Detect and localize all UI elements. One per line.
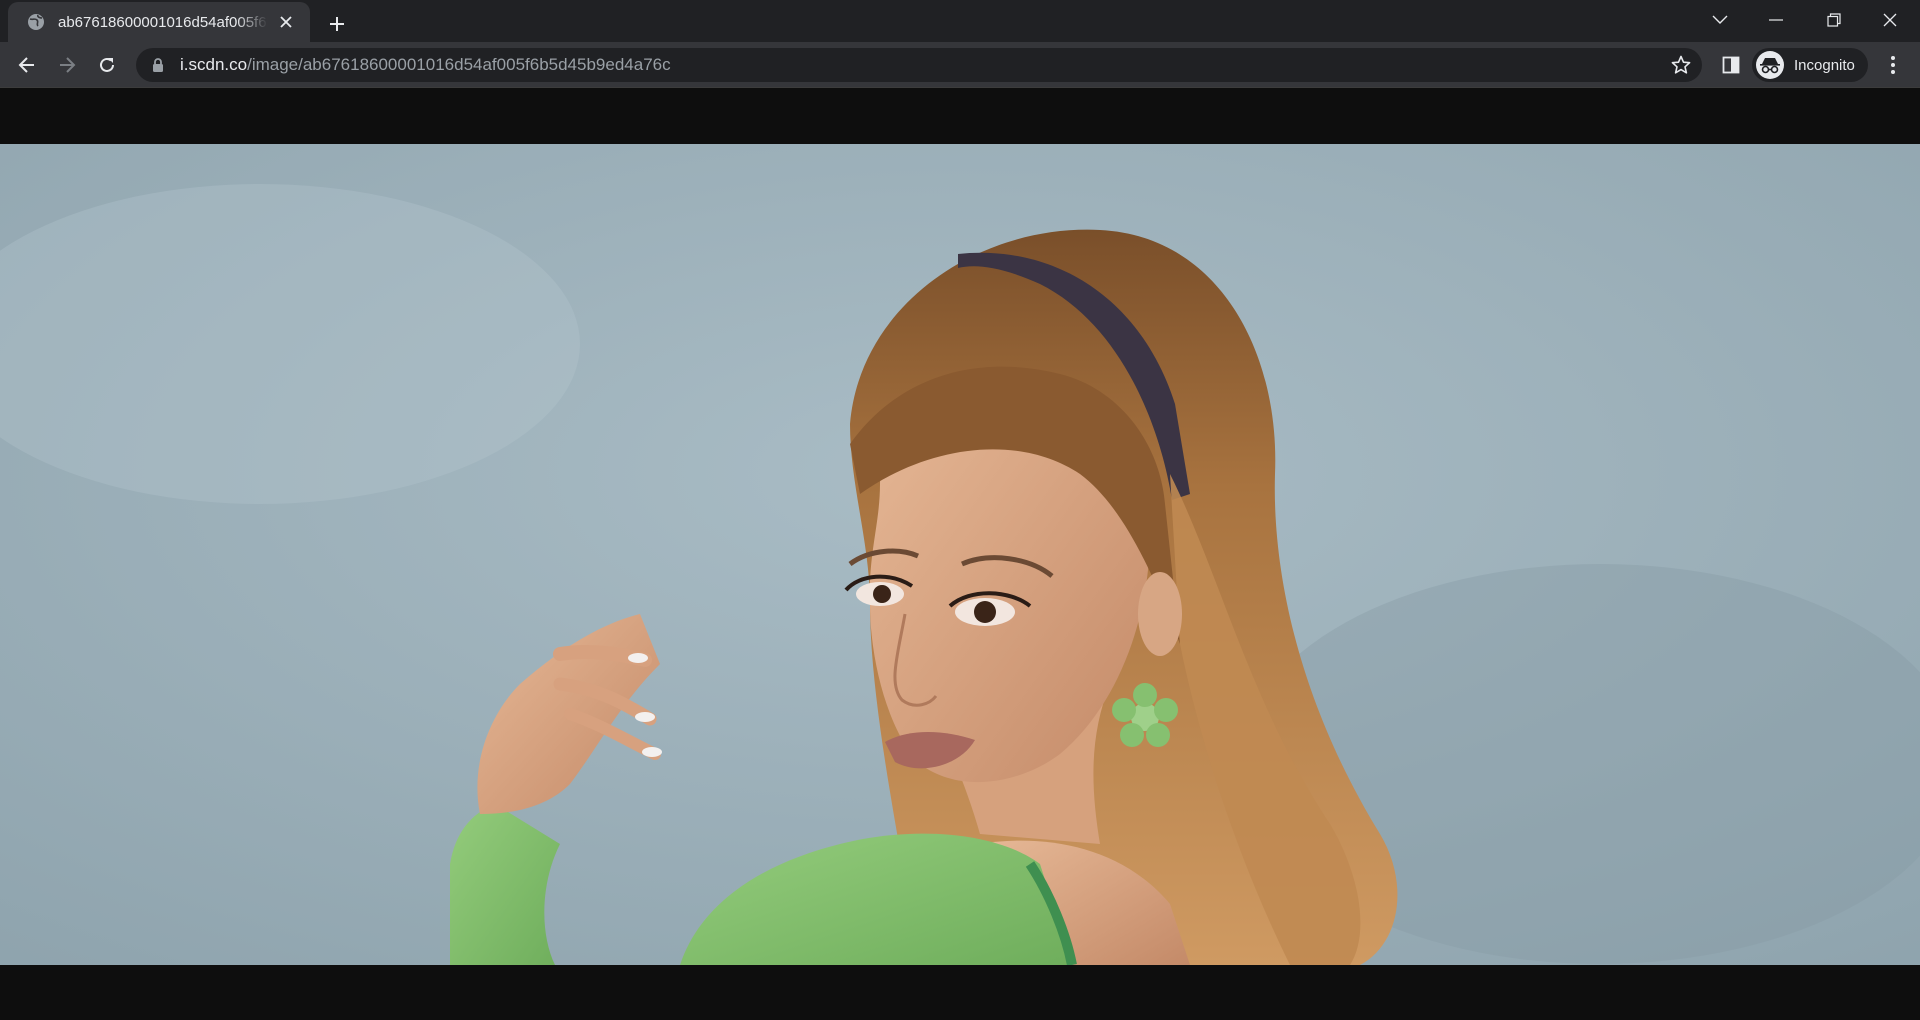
active-tab[interactable]: ab67618600001016d54af005f6b5d45b9ed4a76c [8, 2, 310, 42]
toolbar: i.scdn.co/image/ab67618600001016d54af005… [0, 42, 1920, 88]
incognito-profile-button[interactable]: Incognito [1752, 48, 1868, 82]
reload-icon [100, 57, 114, 72]
back-button[interactable] [11, 49, 43, 81]
incognito-icon [1756, 51, 1784, 79]
restore-button[interactable] [1806, 0, 1862, 40]
page-viewport [0, 89, 1920, 1020]
minimize-icon [1769, 19, 1783, 21]
incognito-label: Incognito [1794, 56, 1855, 74]
tab-strip: ab67618600001016d54af005f6b5d45b9ed4a76c [0, 0, 1920, 42]
url-host: i.scdn.co [180, 55, 248, 74]
lock-icon[interactable] [150, 57, 166, 73]
browser-menu-button[interactable] [1878, 50, 1908, 80]
restore-icon [1827, 13, 1841, 27]
arrow-right-icon [60, 57, 76, 73]
plus-icon [330, 17, 344, 31]
star-icon[interactable] [1670, 54, 1692, 76]
url-path: /image/ab67618600001016d54af005f6b5d45b9… [247, 55, 671, 74]
side-panel-button[interactable] [1716, 50, 1746, 80]
portrait-image [0, 144, 1920, 965]
tab-search-button[interactable] [1692, 0, 1748, 40]
tab-title: ab67618600001016d54af005f6b5d45b9ed4a76c [58, 13, 268, 31]
reload-button[interactable] [91, 49, 123, 81]
side-panel-icon [1722, 56, 1740, 74]
arrow-left-icon [18, 57, 34, 73]
globe-icon [28, 14, 44, 30]
portrait-illustration [0, 144, 1920, 965]
forward-button[interactable] [51, 49, 83, 81]
close-window-button[interactable] [1862, 0, 1918, 40]
address-bar[interactable]: i.scdn.co/image/ab67618600001016d54af005… [136, 48, 1702, 82]
close-tab-icon[interactable] [274, 10, 298, 34]
close-icon [1883, 13, 1897, 27]
url-text[interactable]: i.scdn.co/image/ab67618600001016d54af005… [180, 55, 671, 75]
minimize-button[interactable] [1748, 0, 1804, 40]
new-tab-button[interactable] [322, 9, 352, 39]
more-vertical-icon [1891, 56, 1895, 74]
chevron-down-icon [1712, 15, 1728, 24]
